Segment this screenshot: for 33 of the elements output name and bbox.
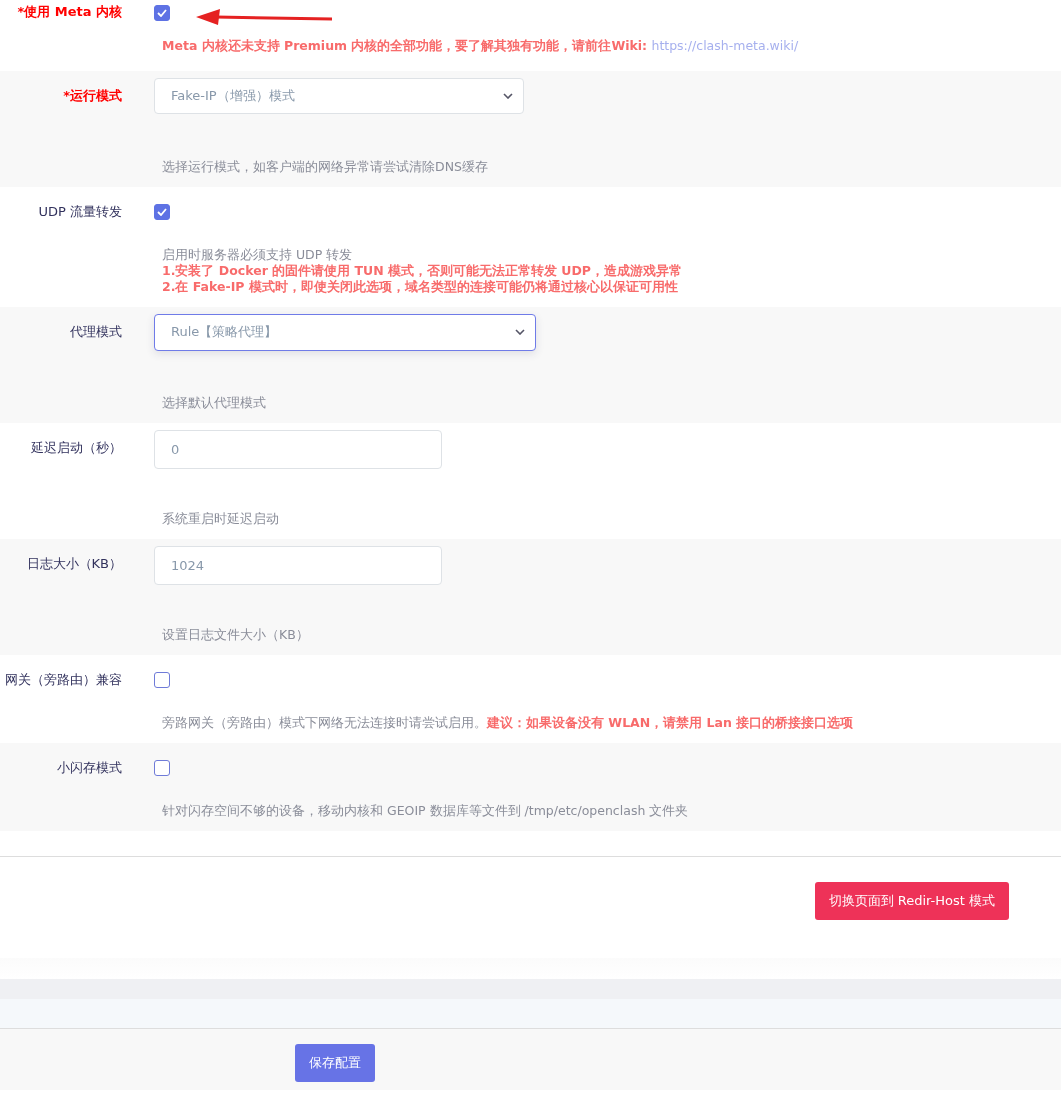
field-label: *使用 Meta 内核 bbox=[17, 3, 122, 21]
checkbox[interactable] bbox=[154, 204, 170, 220]
checkbox[interactable] bbox=[154, 672, 170, 688]
check-icon bbox=[157, 9, 167, 17]
save-button[interactable]: 保存配置 bbox=[295, 1044, 375, 1082]
field-label: 代理模式 bbox=[70, 323, 122, 341]
checkbox[interactable] bbox=[154, 5, 170, 21]
help-text: 选择运行模式，如客户端的网络异常请尝试清除DNS缓存 bbox=[162, 159, 488, 174]
help-text: 2.在 Fake-IP 模式时，即使关闭此选项，域名类型的连接可能仍将通过核心以保证可用性 bbox=[162, 279, 678, 294]
help-text: 选择默认代理模式 bbox=[162, 395, 266, 410]
select-dropdown[interactable]: Rule【策略代理】 bbox=[154, 313, 536, 351]
chevron-icon bbox=[503, 93, 513, 99]
field-label: 延迟启动（秒） bbox=[31, 439, 122, 457]
switch-mode-button[interactable]: 切换页面到 Redir-Host 模式 bbox=[814, 882, 1009, 920]
check-icon bbox=[157, 208, 167, 216]
field-label: 日志大小（KB） bbox=[26, 555, 122, 573]
field-label: 网关（旁路由）兼容 bbox=[5, 671, 122, 689]
help-text: 设置日志文件大小（KB） bbox=[162, 627, 309, 642]
select-dropdown[interactable]: Fake-IP（增强）模式 bbox=[154, 78, 524, 114]
help-text: 系统重启时延迟启动 bbox=[162, 511, 279, 526]
field-label: *运行模式 bbox=[63, 87, 122, 105]
field-label: UDP 流量转发 bbox=[38, 203, 122, 221]
wiki-link[interactable]: https://clash-meta.wiki/ bbox=[651, 38, 799, 53]
checkbox[interactable] bbox=[154, 760, 170, 776]
field-label: 小闪存模式 bbox=[57, 759, 122, 777]
help-text: 针对闪存空间不够的设备，移动内核和 GEOIP 数据库等文件到 /tmp/etc/openclash 文件夹 bbox=[162, 803, 689, 818]
help-text: 1.安装了 Docker 的固件请使用 TUN 模式，否则可能无法正常转发 UDP，造成游戏异常 bbox=[162, 263, 683, 278]
chevron-icon bbox=[515, 329, 525, 335]
help-text: 启用时服务器必须支持 UDP 转发 bbox=[162, 247, 353, 262]
input-field[interactable]: 0 bbox=[154, 430, 442, 469]
help-text: Meta 内核还未支持 Premium 内核的全部功能，要了解其独有功能，请前往Wiki: bbox=[162, 38, 648, 53]
help-text: 旁路网关（旁路由）模式下网络无法连接时请尝试启用。建议：如果设备没有 WLAN，请禁用 Lan 接口的桥接接口选项 bbox=[162, 715, 854, 730]
input-field[interactable]: 1024 bbox=[154, 546, 442, 585]
